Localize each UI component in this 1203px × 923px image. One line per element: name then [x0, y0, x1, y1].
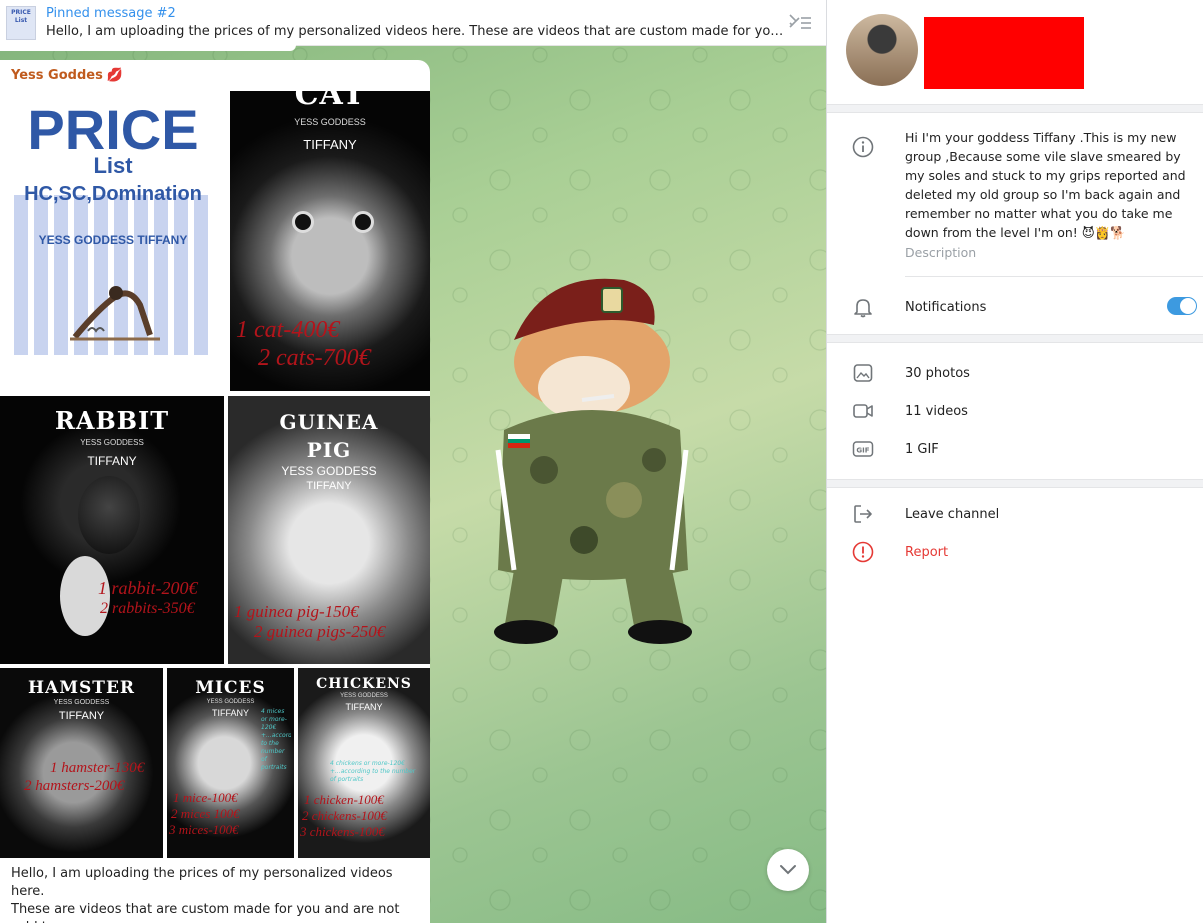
tile-price-line-1: 1 cat-400€ [236, 317, 340, 343]
photo-tile-cat[interactable]: CAT YESS GODDESS TIFFANY 1 cat-400€ 2 ca… [230, 91, 430, 391]
message-caption: Hello, I am uploading the prices of my p… [11, 865, 421, 923]
tile-price-line-2: 2 rabbits-350€ [100, 600, 195, 617]
tile-title: HAMSTER [27, 678, 136, 698]
tile-subtitle: YESS GODDESS [80, 438, 144, 447]
video-icon [853, 404, 873, 418]
chat-view: PRICE List Pinned message #2 Hello, I am… [0, 0, 826, 923]
tile-subtitle: YESS GODDESS [340, 693, 388, 699]
leave-icon [854, 505, 872, 523]
tile-subtitle: YESS GODDESS [294, 117, 366, 127]
pinned-thumbnail: PRICE List [6, 5, 36, 40]
tile-price-line-2: 2 chickens-100€ [302, 808, 387, 823]
tile-price-line-1: 1 guinea pig-150€ [234, 602, 359, 621]
report-label: Report [905, 545, 949, 560]
redacted-channel-name [924, 17, 1084, 89]
tile-subtitle: YESS GODDESS [53, 699, 110, 706]
photo-tile-guinea-pig[interactable]: GUINEA PIG YESS GODDESS TIFFANY 1 guinea… [228, 396, 430, 664]
tile-title: MICES [195, 678, 266, 698]
author-name: Yess Goddes [11, 68, 103, 83]
leave-channel-label: Leave channel [905, 507, 1000, 522]
tile-subtitle-name: TIFFANY [303, 137, 357, 152]
tile-price-line-2: 2 cats-700€ [258, 345, 371, 371]
notifications-label: Notifications [905, 300, 987, 315]
price-list-subtitle: List [93, 153, 133, 178]
tile-title: CAT [294, 91, 366, 112]
caption-line-1: Hello, I am uploading the prices of my p… [11, 866, 393, 899]
tile-note: 4 chickens or more-120€ +...according to… [330, 760, 416, 783]
videos-count: 11 videos [905, 404, 968, 419]
section-divider [827, 104, 1203, 113]
photo-icon [853, 364, 873, 382]
scroll-down-button[interactable] [767, 849, 809, 891]
report-icon [852, 541, 874, 563]
previous-message-tail [0, 45, 296, 51]
tile-price-line-1: 1 rabbit-200€ [98, 578, 198, 598]
tile-title-line-2: PIG [306, 438, 352, 462]
tile-title: GUINEA [279, 410, 379, 434]
tile-price-line-1: 1 mice-100€ [173, 790, 238, 805]
cat-eye-left [292, 211, 314, 233]
tile-note: 4 mices or more-120€ +...according to th… [261, 708, 291, 771]
tile-price-line-1: 1 chicken-100€ [304, 792, 384, 807]
channel-description: Hi I'm your goddess Tiffany .This is my … [905, 130, 1186, 240]
kneeling-figure-illustration [70, 286, 160, 341]
chevron-down-icon [780, 865, 796, 875]
photos-count: 30 photos [905, 366, 970, 381]
tile-price-line-1: 1 hamster-130€ [50, 760, 145, 776]
pinned-text: Pinned message #2 Hello, I am uploading … [46, 5, 786, 41]
message-author[interactable]: Yess Goddes 💋 [11, 68, 123, 83]
pinned-preview: Hello, I am uploading the prices of my p… [46, 23, 786, 39]
tile-subtitle-name: TIFFANY [87, 454, 137, 468]
notifications-toggle[interactable] [1167, 297, 1197, 315]
caption-line-2: These are videos that are custom made fo… [11, 902, 400, 923]
info-icon [852, 136, 874, 158]
bell-icon [854, 299, 872, 318]
tile-price-line-2: 2 hamsters-200€ [24, 778, 125, 794]
pinned-title: Pinned message #2 [46, 5, 176, 21]
price-list-image[interactable]: PRICE List HC,SC,Domination YESS GODDESS… [0, 91, 226, 425]
tile-subtitle-name: TIFFANY [345, 702, 383, 712]
author-emoji: 💋 [106, 68, 123, 83]
channel-avatar[interactable] [846, 14, 918, 86]
tile-subtitle-name: TIFFANY [58, 710, 105, 722]
message-bubble[interactable]: Yess Goddes 💋 PRICE List HC,SC,Domination… [0, 60, 430, 923]
section-divider [827, 479, 1203, 488]
pin-list-icon[interactable] [786, 12, 812, 32]
cat-eye-right [352, 211, 374, 233]
photo-tile-rabbit[interactable]: RABBIT YESS GODDESS TIFFANY 1 rabbit-200… [0, 396, 224, 664]
masked-figure [78, 476, 140, 554]
description-label: Description [905, 245, 977, 260]
price-list-categories: HC,SC,Domination [24, 183, 202, 205]
section-divider [827, 334, 1203, 343]
tile-price-line-2: 2 guinea pigs-250€ [254, 622, 386, 641]
tile-subtitle: YESS GODDESS [281, 464, 377, 478]
svg-text:GIF: GIF [856, 447, 869, 455]
photo-tile-chickens[interactable]: CHICKENS YESS GODDESS TIFFANY 4 chickens… [298, 668, 430, 858]
tile-subtitle: YESS GODDESS [206, 699, 255, 705]
pinned-message-bar[interactable]: PRICE List Pinned message #2 Hello, I am… [0, 0, 826, 46]
photo-tile-mices[interactable]: MICES YESS GODDESS TIFFANY 4 mices or mo… [167, 668, 294, 858]
tile-price-line-2: 2 mices 100€ [171, 806, 240, 821]
price-list-brand: YESS GODDESS TIFFANY [38, 233, 188, 247]
gif-icon: GIF [852, 441, 874, 457]
tile-title: CHICKENS [316, 676, 412, 692]
tile-price-line-3: 3 mices-100€ [169, 822, 239, 837]
tile-price-line-3: 3 chickens-100€ [300, 824, 385, 839]
soldier-dog-sticker[interactable] [474, 270, 718, 650]
divider-line [905, 276, 1203, 277]
gifs-count: 1 GIF [905, 442, 939, 457]
tile-subtitle-name: TIFFANY [306, 480, 352, 492]
channel-info-panel: Hi I'm your goddess Tiffany .This is my … [826, 0, 1203, 923]
photo-tile-hamster[interactable]: HAMSTER YESS GODDESS TIFFANY 1 hamster-1… [0, 668, 163, 858]
tile-title: RABBIT [54, 406, 170, 435]
